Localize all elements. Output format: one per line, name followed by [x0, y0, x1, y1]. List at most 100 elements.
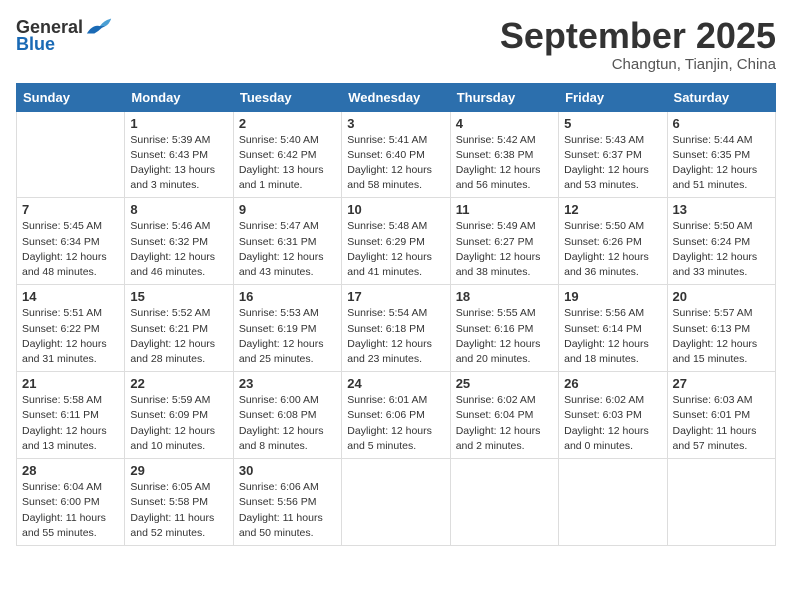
day-info: Sunrise: 6:02 AM Sunset: 6:03 PM Dayligh… [564, 393, 661, 454]
calendar-cell: 13 Sunrise: 5:50 AM Sunset: 6:24 PM Dayli… [667, 198, 775, 285]
calendar-cell [450, 459, 558, 546]
day-number: 22 [130, 376, 227, 391]
calendar-week-row: 1 Sunrise: 5:39 AM Sunset: 6:43 PM Daylig… [17, 111, 776, 198]
day-number: 30 [239, 463, 336, 478]
calendar-week-row: 28Sunrise: 6:04 AM Sunset: 6:00 PM Dayli… [17, 459, 776, 546]
day-number: 26 [564, 376, 661, 391]
day-number: 17 [347, 289, 444, 304]
weekday-header-monday: Monday [125, 83, 233, 111]
day-number: 24 [347, 376, 444, 391]
day-info: Sunrise: 5:50 AM Sunset: 6:26 PM Dayligh… [564, 219, 661, 280]
day-info: Sunrise: 5:54 AM Sunset: 6:18 PM Dayligh… [347, 306, 444, 367]
day-info: Sunrise: 6:00 AM Sunset: 6:08 PM Dayligh… [239, 393, 336, 454]
calendar-cell: 10Sunrise: 5:48 AM Sunset: 6:29 PM Dayli… [342, 198, 450, 285]
calendar-cell: 1 Sunrise: 5:39 AM Sunset: 6:43 PM Daylig… [125, 111, 233, 198]
calendar-cell: 4Sunrise: 5:42 AM Sunset: 6:38 PM Daylig… [450, 111, 558, 198]
weekday-header-friday: Friday [559, 83, 667, 111]
day-number: 16 [239, 289, 336, 304]
day-number: 14 [22, 289, 119, 304]
day-number: 21 [22, 376, 119, 391]
day-info: Sunrise: 6:06 AM Sunset: 5:56 PM Dayligh… [239, 480, 336, 541]
calendar-cell: 12 Sunrise: 5:50 AM Sunset: 6:26 PM Dayli… [559, 198, 667, 285]
calendar-cell: 29Sunrise: 6:05 AM Sunset: 5:58 PM Dayli… [125, 459, 233, 546]
calendar-table: SundayMondayTuesdayWednesdayThursdayFrid… [16, 83, 776, 546]
logo: General Blue [16, 16, 113, 55]
day-info: Sunrise: 5:47 AM Sunset: 6:31 PM Dayligh… [239, 219, 336, 280]
day-info: Sunrise: 6:03 AM Sunset: 6:01 PM Dayligh… [673, 393, 770, 454]
day-info: Sunrise: 5:51 AM Sunset: 6:22 PM Dayligh… [22, 306, 119, 367]
calendar-cell: 23 Sunrise: 6:00 AM Sunset: 6:08 PM Dayli… [233, 372, 341, 459]
calendar-cell: 16 Sunrise: 5:53 AM Sunset: 6:19 PM Dayli… [233, 285, 341, 372]
day-info: Sunrise: 5:53 AM Sunset: 6:19 PM Dayligh… [239, 306, 336, 367]
weekday-header-wednesday: Wednesday [342, 83, 450, 111]
day-info: Sunrise: 5:49 AM Sunset: 6:27 PM Dayligh… [456, 219, 553, 280]
day-number: 8 [130, 202, 227, 217]
day-info: Sunrise: 6:01 AM Sunset: 6:06 PM Dayligh… [347, 393, 444, 454]
calendar-cell: 26 Sunrise: 6:02 AM Sunset: 6:03 PM Dayli… [559, 372, 667, 459]
day-info: Sunrise: 5:58 AM Sunset: 6:11 PM Dayligh… [22, 393, 119, 454]
day-info: Sunrise: 5:55 AM Sunset: 6:16 PM Dayligh… [456, 306, 553, 367]
day-number: 6 [673, 116, 770, 131]
day-info: Sunrise: 5:52 AM Sunset: 6:21 PM Dayligh… [130, 306, 227, 367]
day-number: 20 [673, 289, 770, 304]
logo-blue: Blue [16, 34, 55, 55]
calendar-cell: 7 Sunrise: 5:45 AM Sunset: 6:34 PM Daylig… [17, 198, 125, 285]
month-title: September 2025 [500, 16, 776, 56]
calendar-cell [559, 459, 667, 546]
calendar-cell: 18 Sunrise: 5:55 AM Sunset: 6:16 PM Dayli… [450, 285, 558, 372]
day-info: Sunrise: 5:56 AM Sunset: 6:14 PM Dayligh… [564, 306, 661, 367]
day-number: 5 [564, 116, 661, 131]
calendar-cell: 25Sunrise: 6:02 AM Sunset: 6:04 PM Dayli… [450, 372, 558, 459]
calendar-cell: 5 Sunrise: 5:43 AM Sunset: 6:37 PM Daylig… [559, 111, 667, 198]
day-number: 1 [130, 116, 227, 131]
day-info: Sunrise: 5:45 AM Sunset: 6:34 PM Dayligh… [22, 219, 119, 280]
logo-bird-icon [85, 16, 113, 38]
calendar-cell: 2 Sunrise: 5:40 AM Sunset: 6:42 PM Daylig… [233, 111, 341, 198]
day-info: Sunrise: 5:41 AM Sunset: 6:40 PM Dayligh… [347, 133, 444, 194]
day-info: Sunrise: 5:42 AM Sunset: 6:38 PM Dayligh… [456, 133, 553, 194]
day-info: Sunrise: 5:44 AM Sunset: 6:35 PM Dayligh… [673, 133, 770, 194]
calendar-week-row: 14 Sunrise: 5:51 AM Sunset: 6:22 PM Dayli… [17, 285, 776, 372]
page-header: General Blue September 2025 Changtun, Ti… [16, 16, 776, 73]
day-info: Sunrise: 5:57 AM Sunset: 6:13 PM Dayligh… [673, 306, 770, 367]
day-number: 18 [456, 289, 553, 304]
day-info: Sunrise: 5:50 AM Sunset: 6:24 PM Dayligh… [673, 219, 770, 280]
calendar-cell: 19 Sunrise: 5:56 AM Sunset: 6:14 PM Dayli… [559, 285, 667, 372]
calendar-cell: 24 Sunrise: 6:01 AM Sunset: 6:06 PM Dayli… [342, 372, 450, 459]
day-number: 27 [673, 376, 770, 391]
calendar-cell: 8 Sunrise: 5:46 AM Sunset: 6:32 PM Daylig… [125, 198, 233, 285]
day-info: Sunrise: 5:59 AM Sunset: 6:09 PM Dayligh… [130, 393, 227, 454]
day-info: Sunrise: 5:43 AM Sunset: 6:37 PM Dayligh… [564, 133, 661, 194]
calendar-week-row: 7 Sunrise: 5:45 AM Sunset: 6:34 PM Daylig… [17, 198, 776, 285]
weekday-header-saturday: Saturday [667, 83, 775, 111]
day-number: 23 [239, 376, 336, 391]
day-number: 13 [673, 202, 770, 217]
day-info: Sunrise: 5:46 AM Sunset: 6:32 PM Dayligh… [130, 219, 227, 280]
location-subtitle: Changtun, Tianjin, China [500, 56, 776, 73]
day-info: Sunrise: 6:02 AM Sunset: 6:04 PM Dayligh… [456, 393, 553, 454]
day-number: 3 [347, 116, 444, 131]
day-number: 28 [22, 463, 119, 478]
day-info: Sunrise: 6:05 AM Sunset: 5:58 PM Dayligh… [130, 480, 227, 541]
calendar-cell [342, 459, 450, 546]
calendar-cell: 21 Sunrise: 5:58 AM Sunset: 6:11 PM Dayli… [17, 372, 125, 459]
day-number: 10 [347, 202, 444, 217]
day-number: 12 [564, 202, 661, 217]
day-number: 2 [239, 116, 336, 131]
day-info: Sunrise: 5:39 AM Sunset: 6:43 PM Dayligh… [130, 133, 227, 194]
day-info: Sunrise: 5:40 AM Sunset: 6:42 PM Dayligh… [239, 133, 336, 194]
weekday-header-tuesday: Tuesday [233, 83, 341, 111]
calendar-cell: 30 Sunrise: 6:06 AM Sunset: 5:56 PM Dayli… [233, 459, 341, 546]
day-number: 7 [22, 202, 119, 217]
calendar-week-row: 21 Sunrise: 5:58 AM Sunset: 6:11 PM Dayli… [17, 372, 776, 459]
weekday-header-sunday: Sunday [17, 83, 125, 111]
calendar-cell: 14 Sunrise: 5:51 AM Sunset: 6:22 PM Dayli… [17, 285, 125, 372]
calendar-cell: 9Sunrise: 5:47 AM Sunset: 6:31 PM Daylig… [233, 198, 341, 285]
calendar-cell [17, 111, 125, 198]
title-section: September 2025 Changtun, Tianjin, China [500, 16, 776, 73]
day-number: 15 [130, 289, 227, 304]
calendar-cell: 20 Sunrise: 5:57 AM Sunset: 6:13 PM Dayli… [667, 285, 775, 372]
calendar-cell: 22 Sunrise: 5:59 AM Sunset: 6:09 PM Dayli… [125, 372, 233, 459]
calendar-cell: 3 Sunrise: 5:41 AM Sunset: 6:40 PM Daylig… [342, 111, 450, 198]
day-number: 19 [564, 289, 661, 304]
